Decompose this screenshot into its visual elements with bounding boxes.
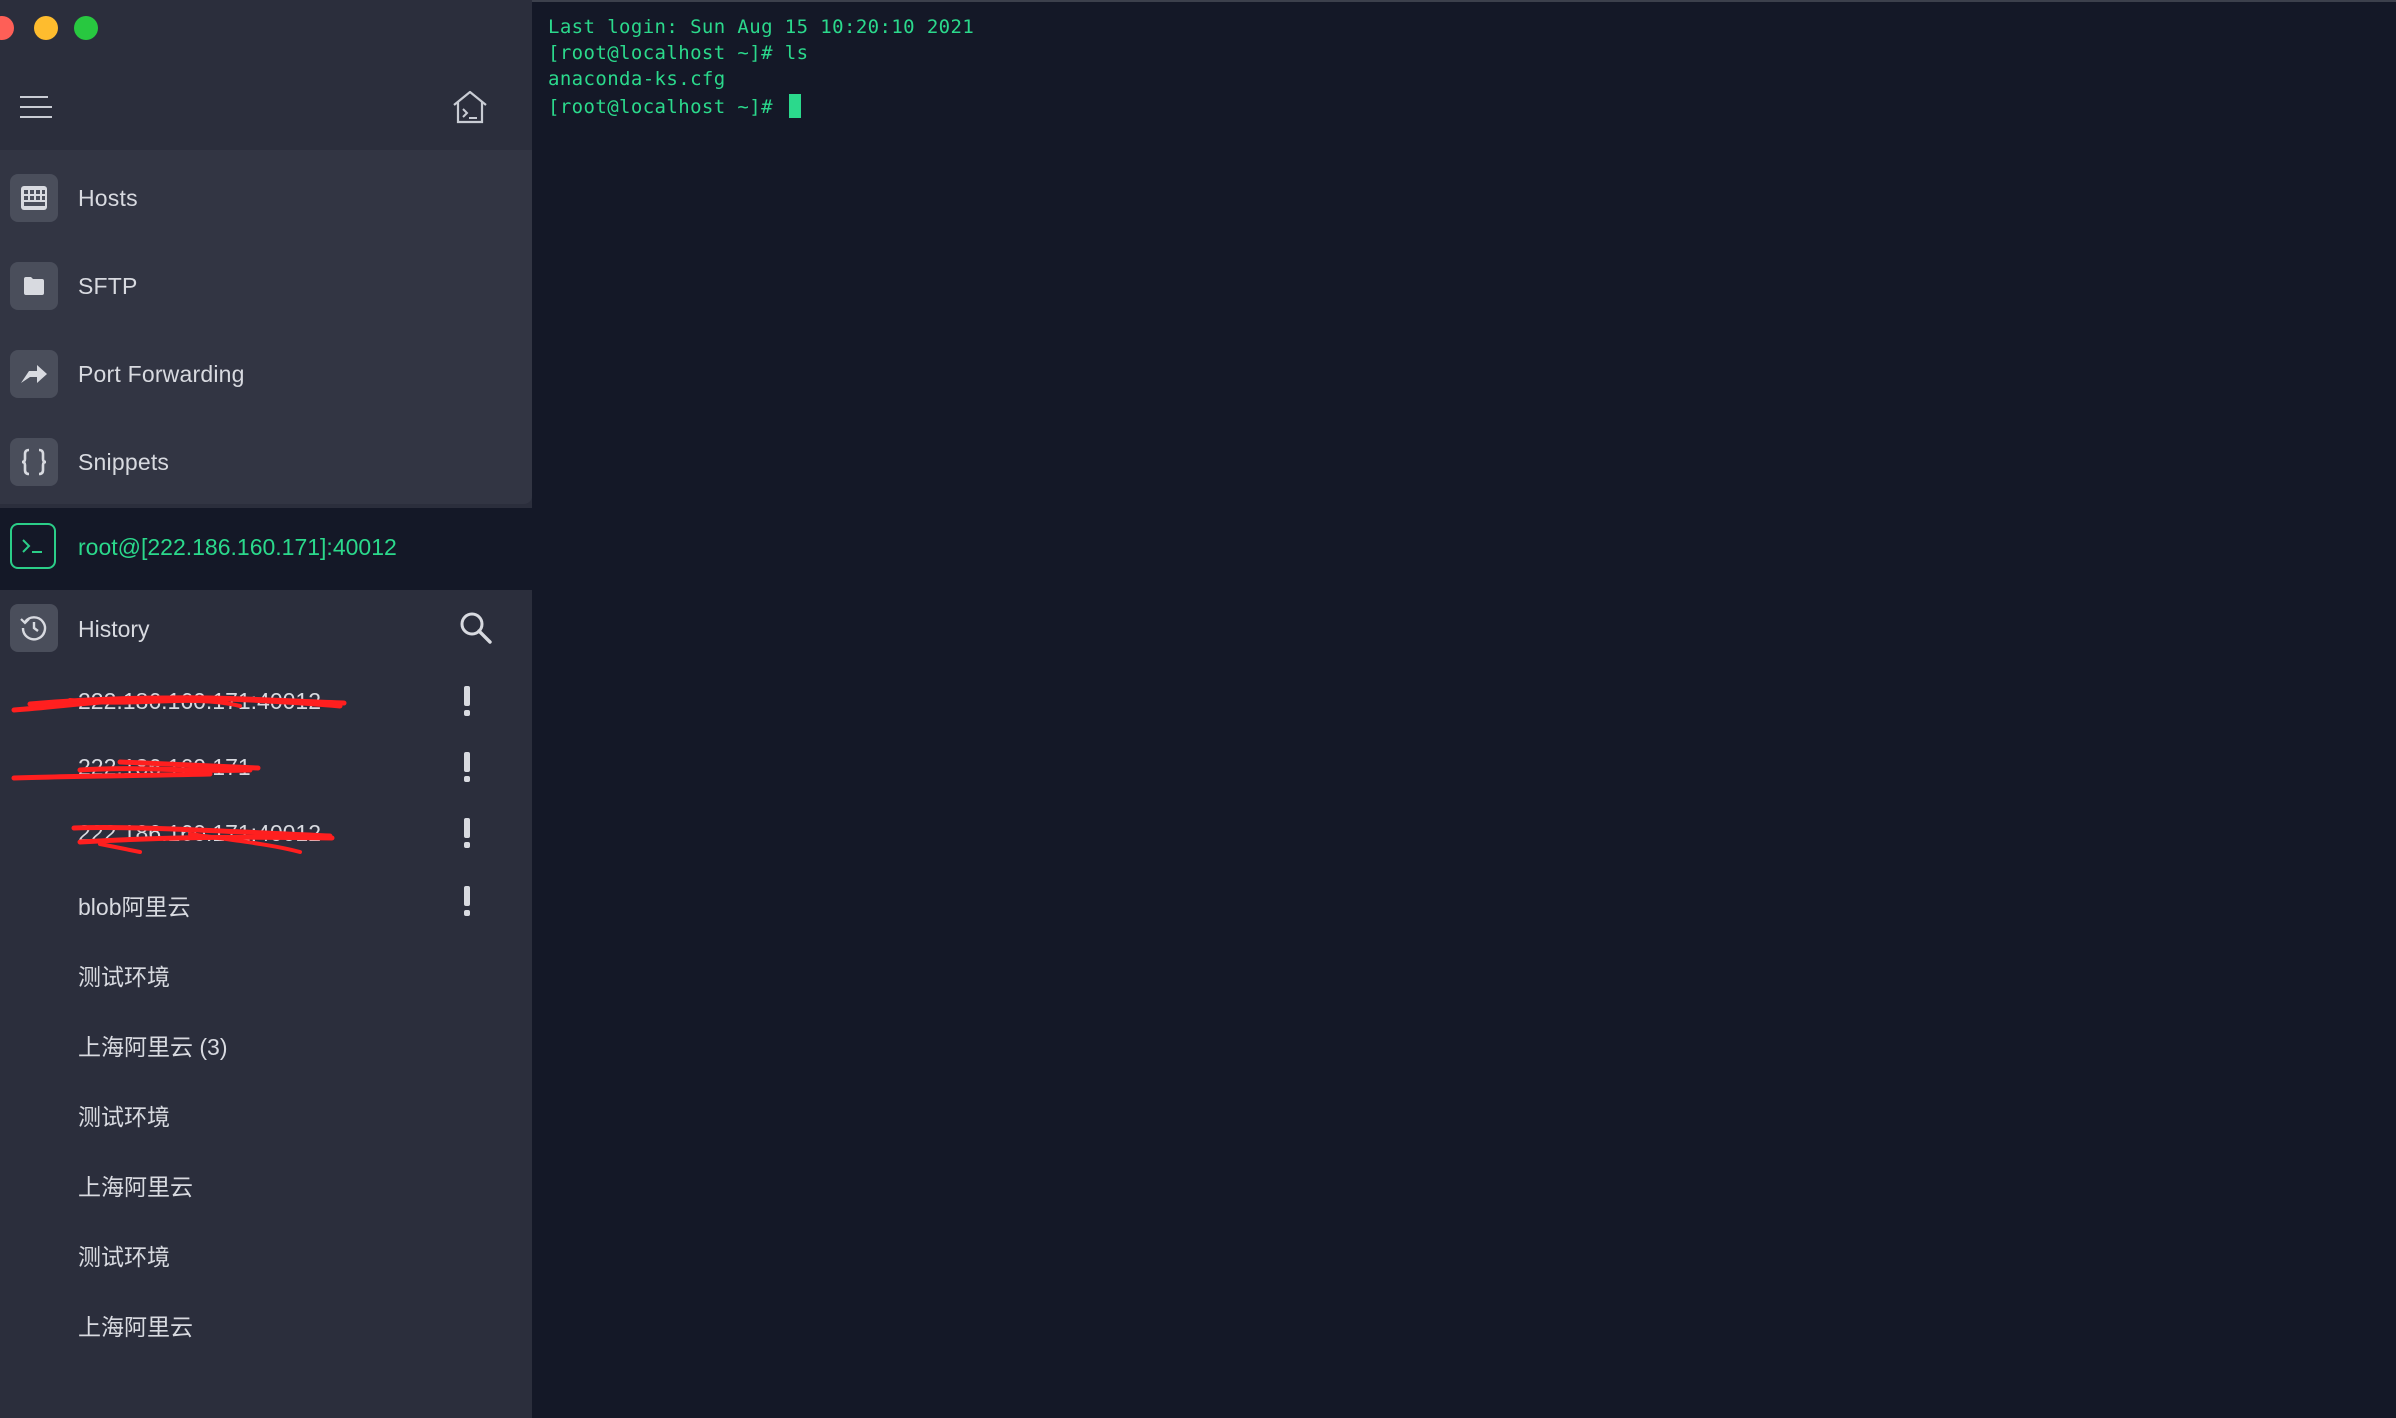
history-item-label: 222.186.160.171:40012	[78, 688, 322, 714]
sidebar-toolbar	[0, 56, 532, 148]
history-item-label: 222.186.160.171	[78, 754, 251, 780]
window-close-button[interactable]	[0, 16, 14, 40]
window-maximize-button[interactable]	[74, 16, 98, 40]
history-item-label: 测试环境	[78, 964, 170, 990]
port-forward-arrow-icon	[10, 350, 58, 398]
history-item-label: 上海阿里云 (3)	[78, 1034, 228, 1060]
terminal-line: Last login: Sun Aug 15 10:20:10 2021	[548, 16, 975, 38]
history-item-label: 上海阿里云	[78, 1174, 193, 1200]
nav-item-sftp[interactable]: SFTP	[0, 250, 532, 322]
history-header: History	[0, 592, 532, 666]
terminal-prompt-icon	[10, 523, 56, 569]
menu-icon[interactable]	[18, 94, 54, 120]
history-item-label: 222.186.160.171:40012	[78, 820, 322, 846]
history-item[interactable]: 上海阿里云	[0, 1148, 532, 1214]
terminal-line: anaconda-ks.cfg	[548, 68, 726, 90]
history-item[interactable]: 222.186.160.171:40012	[0, 800, 532, 866]
search-icon[interactable]	[458, 610, 494, 646]
warning-exclamation-icon	[464, 818, 470, 848]
terminal-cursor	[788, 94, 801, 118]
braces-icon	[10, 438, 58, 486]
nav-item-hosts[interactable]: Hosts	[0, 162, 532, 234]
nav-item-port-forwarding[interactable]: Port Forwarding	[0, 338, 532, 410]
history-item[interactable]: 测试环境	[0, 938, 532, 1004]
terminal-line: [root@localhost ~]# ls	[548, 42, 809, 64]
history-item-label: 测试环境	[78, 1104, 170, 1130]
history-item[interactable]: 222.186.160.171:40012	[0, 668, 532, 734]
active-session-tab[interactable]: root@[222.186.160.171]:40012	[0, 508, 532, 590]
terminal-pane[interactable]: Last login: Sun Aug 15 10:20:10 2021 [ro…	[532, 2, 2396, 1418]
history-item[interactable]: 222.186.160.171	[0, 734, 532, 800]
folder-icon	[10, 262, 58, 310]
sidebar: Hosts SFTP Port Forwarding Snippets root…	[0, 0, 532, 1418]
history-item-label: blob阿里云	[78, 894, 191, 920]
warning-exclamation-icon	[464, 752, 470, 782]
terminal-prompt-line: [root@localhost ~]#	[548, 94, 801, 118]
terminal-prompt-text: [root@localhost ~]#	[548, 96, 785, 118]
history-title: History	[78, 616, 150, 642]
history-item[interactable]: 测试环境	[0, 1078, 532, 1144]
nav-item-snippets[interactable]: Snippets	[0, 426, 532, 498]
nav-label-hosts: Hosts	[78, 184, 138, 211]
history-item[interactable]: 上海阿里云 (3)	[0, 1008, 532, 1074]
hosts-grid-icon	[10, 174, 58, 222]
nav-label-port-forwarding: Port Forwarding	[78, 360, 245, 387]
window-minimize-button[interactable]	[34, 16, 58, 40]
nav-label-sftp: SFTP	[78, 272, 138, 299]
home-terminal-icon[interactable]	[451, 89, 489, 125]
history-item[interactable]: blob阿里云	[0, 868, 532, 934]
session-label: root@[222.186.160.171]:40012	[78, 534, 397, 560]
warning-exclamation-icon	[464, 886, 470, 916]
history-item[interactable]: 测试环境	[0, 1218, 532, 1284]
history-item[interactable]: 上海阿里云	[0, 1288, 532, 1354]
history-item-label: 测试环境	[78, 1244, 170, 1270]
history-clock-icon	[10, 604, 58, 652]
history-item-label: 上海阿里云	[78, 1314, 193, 1340]
sidebar-nav: Hosts SFTP Port Forwarding Snippets	[0, 150, 532, 504]
warning-exclamation-icon	[464, 686, 470, 716]
nav-label-snippets: Snippets	[78, 448, 170, 475]
